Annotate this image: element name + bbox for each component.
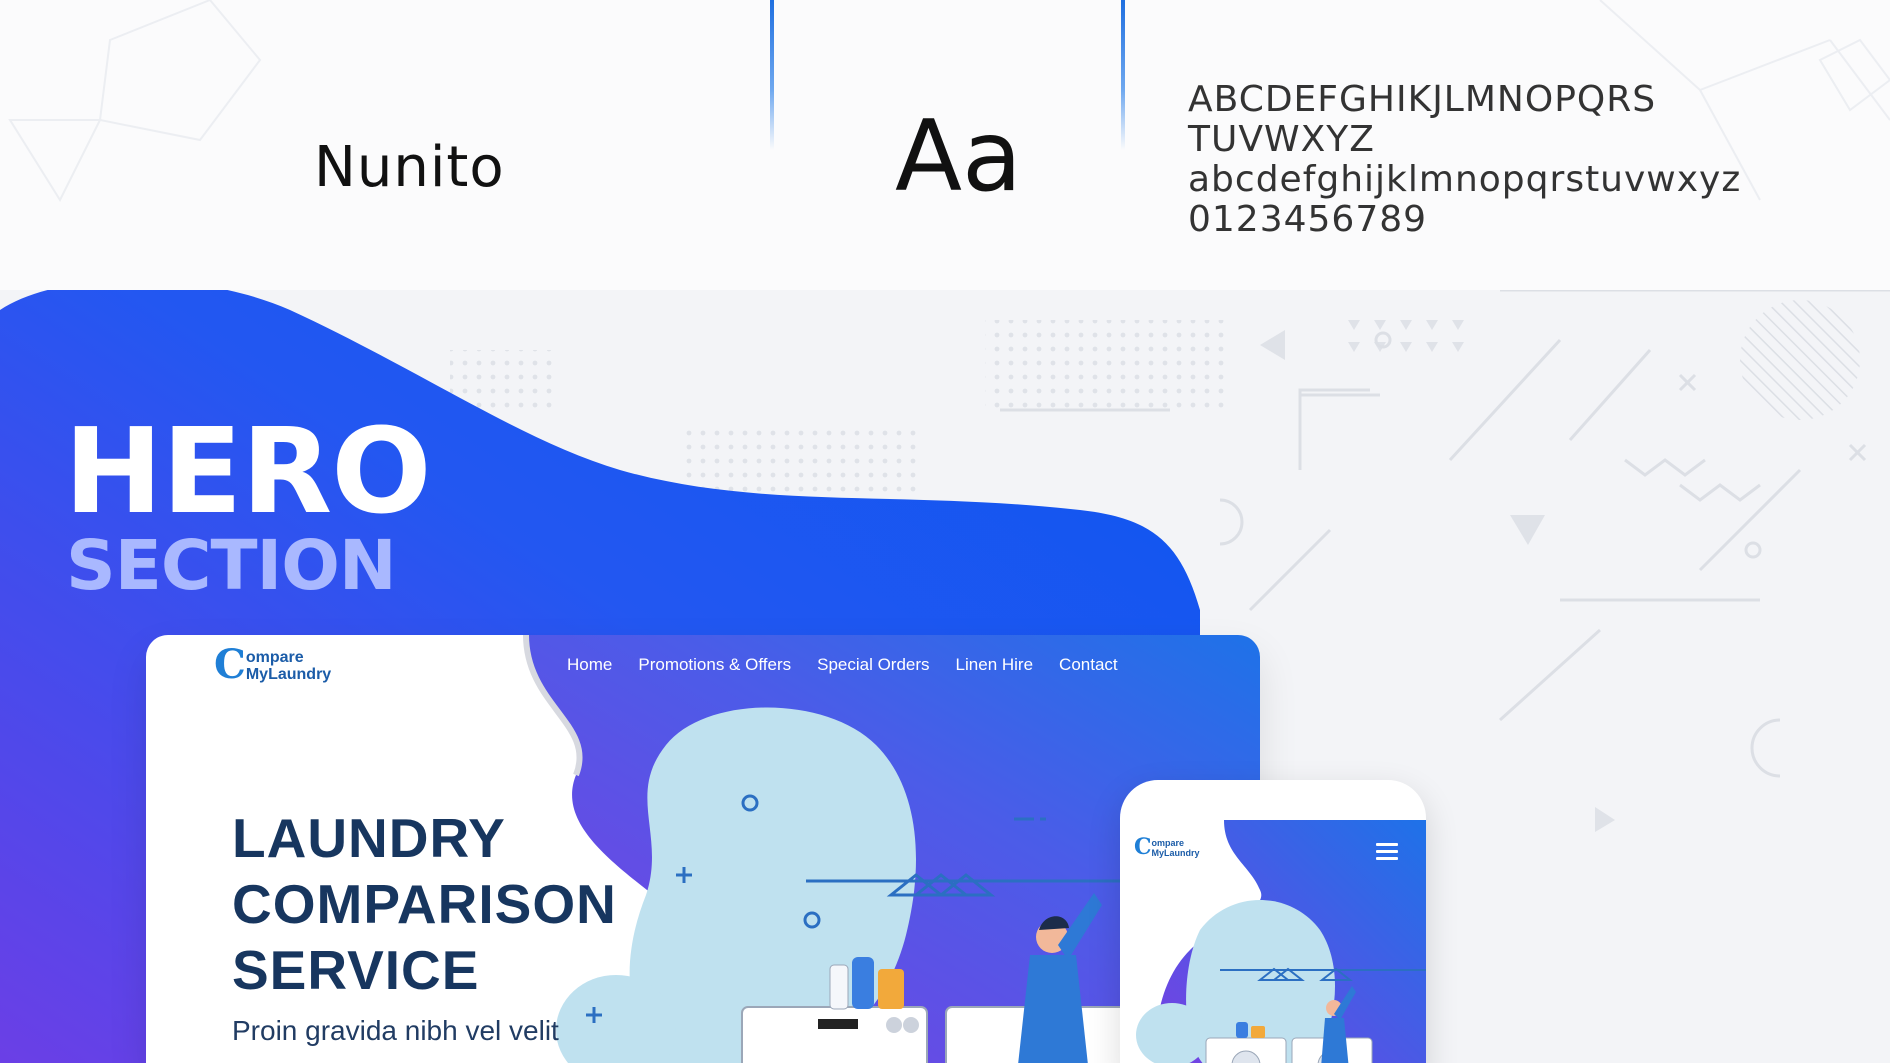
logo-line-2: MyLaundry xyxy=(245,666,332,683)
nav-special-orders[interactable]: Special Orders xyxy=(817,655,929,675)
glyph-uppercase-line2: TUVWXYZ xyxy=(1188,119,1375,160)
nav-linen-hire[interactable]: Linen Hire xyxy=(956,655,1034,675)
headline-line-3: SERVICE xyxy=(232,939,480,1001)
hero-subtitle: SECTION xyxy=(66,526,397,606)
typography-specimen: Nunito Aa ABCDEFGHIKJLMNOPQRS TUVWXYZ ab… xyxy=(0,0,1890,290)
font-name: Nunito xyxy=(314,135,505,200)
nav-home[interactable]: Home xyxy=(567,655,612,675)
mobile-logo-line-1: ompare xyxy=(1151,838,1185,848)
website-nav: Home Promotions & Offers Special Orders … xyxy=(567,655,1118,675)
hero-showcase: HERO SECTION C ompare MyLaundry Home Pro… xyxy=(0,290,1890,1063)
specimen-divider-left xyxy=(770,0,774,150)
nav-promotions[interactable]: Promotions & Offers xyxy=(638,655,791,675)
logo-mark: C xyxy=(214,641,246,688)
website-lede: Proin gravida nibh vel velit xyxy=(232,1015,559,1046)
mobile-logo[interactable]: C ompare MyLaundry xyxy=(1134,836,1200,858)
glyph-digits: 0123456789 xyxy=(1188,199,1428,240)
website-headline: LAUNDRY COMPARISON SERVICE xyxy=(232,805,617,1003)
headline-line-2: COMPARISON xyxy=(232,873,617,935)
hero-title: HERO xyxy=(64,402,432,540)
glyph-lowercase: abcdefghijklmnopqrstuvwxyz xyxy=(1188,159,1742,200)
mobile-website-mockup: C ompare MyLaundry xyxy=(1120,780,1426,1063)
headline-line-1: LAUNDRY xyxy=(232,807,506,869)
font-sample-glyph: Aa xyxy=(895,100,1023,214)
glyph-set: ABCDEFGHIKJLMNOPQRS TUVWXYZ abcdefghijkl… xyxy=(1188,80,1741,240)
website-logo[interactable]: C ompare MyLaundry xyxy=(214,645,331,685)
mobile-logo-mark: C xyxy=(1134,834,1152,860)
hamburger-icon[interactable] xyxy=(1376,843,1398,860)
desktop-website-mockup: C ompare MyLaundry Home Promotions & Off… xyxy=(146,635,1260,1063)
mobile-hero-illustration xyxy=(1136,820,1426,1063)
logo-line-1: ompare xyxy=(245,649,304,666)
mobile-logo-line-2: MyLaundry xyxy=(1151,848,1200,858)
specimen-divider-right xyxy=(1121,0,1125,150)
nav-contact[interactable]: Contact xyxy=(1059,655,1118,675)
glyph-uppercase-line1: ABCDEFGHIKJLMNOPQRS xyxy=(1188,79,1657,120)
